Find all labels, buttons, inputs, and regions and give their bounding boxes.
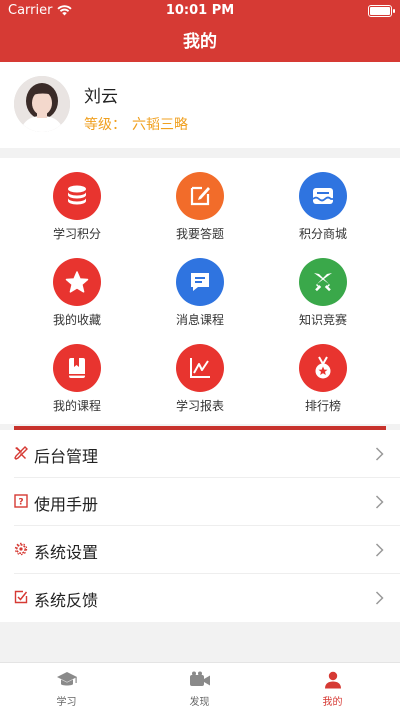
star-icon [53, 258, 101, 306]
mall-icon [299, 172, 347, 220]
menu-item-label: 系统反馈 [34, 591, 99, 610]
grid-item-label: 消息课程 [175, 313, 224, 327]
function-grid: 学习积分 我要答题 积分商城 我的收藏 消息课程 知识竞赛 我的课程 学习报表 … [0, 158, 400, 424]
settings-menu: 后台管理 ? 使用手册 系统设置 系统反馈 [0, 430, 400, 622]
bookmark-book-icon [53, 344, 101, 392]
manual-icon: ? [14, 494, 28, 508]
grid-item-label: 学习积分 [52, 227, 101, 241]
grid-item-favorites[interactable]: 我的收藏 [17, 244, 137, 330]
menu-item-admin[interactable]: 后台管理 [14, 430, 400, 478]
message-icon [176, 258, 224, 306]
tab-label: 我的 [322, 697, 343, 708]
tab-mine[interactable]: 我的 [266, 663, 399, 710]
grid-item-messages[interactable]: 消息课程 [140, 244, 260, 330]
gear-icon [14, 542, 28, 556]
person-icon [324, 671, 341, 689]
tab-label: 发现 [189, 697, 210, 708]
avatar-image [14, 76, 70, 132]
coins-stack-icon [53, 172, 101, 220]
grid-item-label: 积分商城 [298, 227, 347, 241]
chevron-right-icon [375, 447, 384, 461]
grid-item-label: 知识竞赛 [298, 313, 347, 327]
video-camera-icon [189, 671, 210, 686]
clock: 10:01 PM [165, 3, 235, 18]
tab-study[interactable]: 学习 [0, 663, 133, 710]
grid-item-quiz[interactable]: 我要答题 [140, 158, 260, 244]
tab-discover[interactable]: 发现 [133, 663, 266, 710]
grid-item-mall[interactable]: 积分商城 [263, 158, 383, 244]
status-bar: Carrier 10:01 PM [0, 0, 400, 22]
grid-item-label: 我要答题 [175, 227, 224, 241]
avatar[interactable] [14, 76, 70, 132]
page-title: 我的 [0, 22, 400, 62]
tab-bar: 学习 发现 我的 [0, 662, 400, 710]
menu-item-label: 使用手册 [34, 495, 99, 514]
profile-card[interactable]: 刘云 等级： 六韬三略 [0, 62, 400, 148]
menu-item-label: 系统设置 [34, 543, 99, 562]
chevron-right-icon [375, 495, 384, 509]
grid-item-ranking[interactable]: 排行榜 [263, 330, 383, 416]
feedback-icon [14, 590, 28, 604]
grid-item-points[interactable]: 学习积分 [17, 158, 137, 244]
level-value: 六韬三略 [132, 117, 188, 133]
grid-item-my-courses[interactable]: 我的课程 [17, 330, 137, 416]
swords-icon [299, 258, 347, 306]
medal-icon [299, 344, 347, 392]
level-label: 等级： [84, 117, 126, 133]
tools-icon [14, 446, 28, 460]
profile-level: 等级： 六韬三略 [84, 114, 188, 134]
grid-item-label: 我的收藏 [52, 313, 101, 327]
grid-item-report[interactable]: 学习报表 [140, 330, 260, 416]
chevron-right-icon [375, 591, 384, 605]
graduation-cap-icon [56, 672, 77, 686]
battery-icon [368, 5, 395, 17]
chart-line-icon [176, 344, 224, 392]
edit-pen-icon [176, 172, 224, 220]
svg-text:?: ? [18, 498, 23, 508]
grid-item-contest[interactable]: 知识竞赛 [263, 244, 383, 330]
tab-label: 学习 [56, 697, 77, 708]
menu-item-label: 后台管理 [34, 447, 99, 466]
grid-item-label: 排行榜 [304, 399, 341, 413]
grid-item-label: 我的课程 [52, 399, 101, 413]
menu-item-settings[interactable]: 系统设置 [14, 526, 400, 574]
menu-item-feedback[interactable]: 系统反馈 [14, 574, 400, 622]
profile-name: 刘云 [84, 87, 118, 107]
grid-item-label: 学习报表 [175, 399, 224, 413]
chevron-right-icon [375, 543, 384, 557]
menu-item-manual[interactable]: ? 使用手册 [14, 478, 400, 526]
